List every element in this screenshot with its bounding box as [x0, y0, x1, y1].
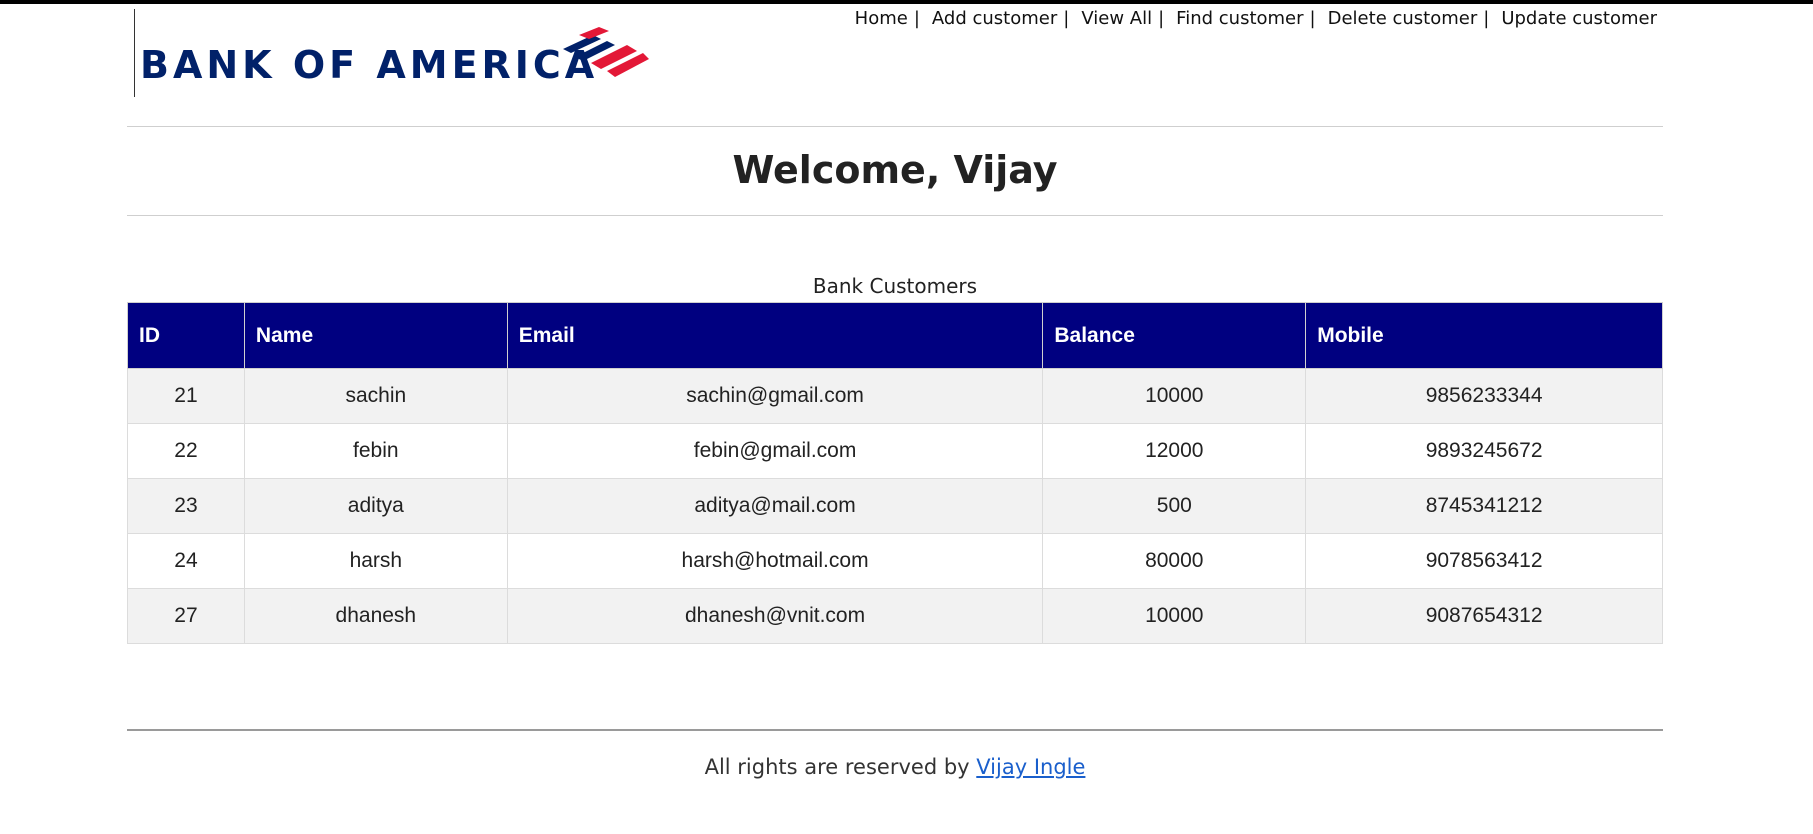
cell-mobile: 9856233344 — [1305, 368, 1663, 424]
nav-link-add-customer[interactable]: Add customer — [932, 8, 1057, 29]
table-row: 24 harsh harsh@hotmail.com 80000 9078563… — [127, 533, 1663, 589]
cell-mobile: 9078563412 — [1305, 533, 1663, 589]
cell-balance: 500 — [1042, 478, 1307, 534]
nav-link-update-customer[interactable]: Update customer — [1501, 8, 1657, 29]
cell-balance: 12000 — [1042, 423, 1307, 479]
cell-email: harsh@hotmail.com — [506, 533, 1044, 589]
footer: All rights are reserved by Vijay Ingle — [0, 755, 1790, 779]
cell-balance: 10000 — [1042, 588, 1307, 644]
nav-item-update-customer: Update customer — [1501, 8, 1657, 29]
nav-link-view-all[interactable]: View All — [1081, 8, 1152, 29]
cell-balance: 80000 — [1042, 533, 1307, 589]
table-header-row: ID Name Email Balance Mobile — [127, 302, 1663, 369]
nav-item-view-all: View All | — [1081, 8, 1176, 29]
divider-footer — [127, 729, 1663, 731]
cell-email: aditya@mail.com — [506, 478, 1044, 534]
cell-email: sachin@gmail.com — [506, 368, 1044, 424]
table-row: 27 dhanesh dhanesh@vnit.com 10000 908765… — [127, 588, 1663, 644]
table-row: 23 aditya aditya@mail.com 500 8745341212 — [127, 478, 1663, 534]
cell-name: aditya — [243, 478, 508, 534]
customers-table: ID Name Email Balance Mobile 21 sachin s… — [127, 302, 1663, 644]
footer-text: All rights are reserved by — [704, 755, 970, 779]
nav-link-delete-customer[interactable]: Delete customer — [1328, 8, 1478, 29]
cell-id: 27 — [127, 588, 245, 644]
column-header-email: Email — [506, 302, 1044, 369]
cell-email: febin@gmail.com — [506, 423, 1044, 479]
nav-link-find-customer[interactable]: Find customer — [1176, 8, 1303, 29]
nav-separator: | — [1063, 8, 1070, 29]
nav-item-home: Home | — [855, 8, 932, 29]
divider-below-welcome — [127, 215, 1663, 216]
welcome-heading: Welcome, Vijay — [732, 148, 1058, 192]
nav-item-find-customer: Find customer | — [1176, 8, 1327, 29]
divider-top — [127, 126, 1663, 127]
column-header-mobile: Mobile — [1305, 302, 1663, 369]
cell-id: 22 — [127, 423, 245, 479]
bank-logo[interactable]: BANK OF AMERICA — [134, 9, 654, 97]
nav-separator: | — [913, 8, 920, 29]
top-border — [0, 0, 1813, 4]
cell-id: 24 — [127, 533, 245, 589]
cell-name: dhanesh — [243, 588, 508, 644]
bank-of-america-flag-icon — [563, 27, 649, 77]
cell-mobile: 9893245672 — [1305, 423, 1663, 479]
cell-id: 23 — [127, 478, 245, 534]
cell-email: dhanesh@vnit.com — [506, 588, 1044, 644]
cell-name: harsh — [243, 533, 508, 589]
cell-name: febin — [243, 423, 508, 479]
column-header-name: Name — [243, 302, 508, 369]
nav-separator: | — [1158, 8, 1165, 29]
cell-mobile: 8745341212 — [1305, 478, 1663, 534]
nav-item-delete-customer: Delete customer | — [1328, 8, 1502, 29]
nav-separator: | — [1483, 8, 1490, 29]
nav-link-home[interactable]: Home — [855, 8, 908, 29]
top-nav: Home | Add customer | View All | Find cu… — [855, 8, 1657, 29]
author-link[interactable]: Vijay Ingle — [976, 755, 1085, 779]
cell-balance: 10000 — [1042, 368, 1307, 424]
table-caption: Bank Customers — [812, 274, 978, 298]
brand-name: BANK OF AMERICA — [140, 43, 599, 87]
nav-item-add-customer: Add customer | — [932, 8, 1081, 29]
cell-name: sachin — [243, 368, 508, 424]
cell-id: 21 — [127, 368, 245, 424]
cell-mobile: 9087654312 — [1305, 588, 1663, 644]
table-row: 21 sachin sachin@gmail.com 10000 9856233… — [127, 368, 1663, 424]
column-header-id: ID — [127, 302, 245, 369]
nav-separator: | — [1309, 8, 1316, 29]
table-row: 22 febin febin@gmail.com 12000 989324567… — [127, 423, 1663, 479]
column-header-balance: Balance — [1042, 302, 1307, 369]
